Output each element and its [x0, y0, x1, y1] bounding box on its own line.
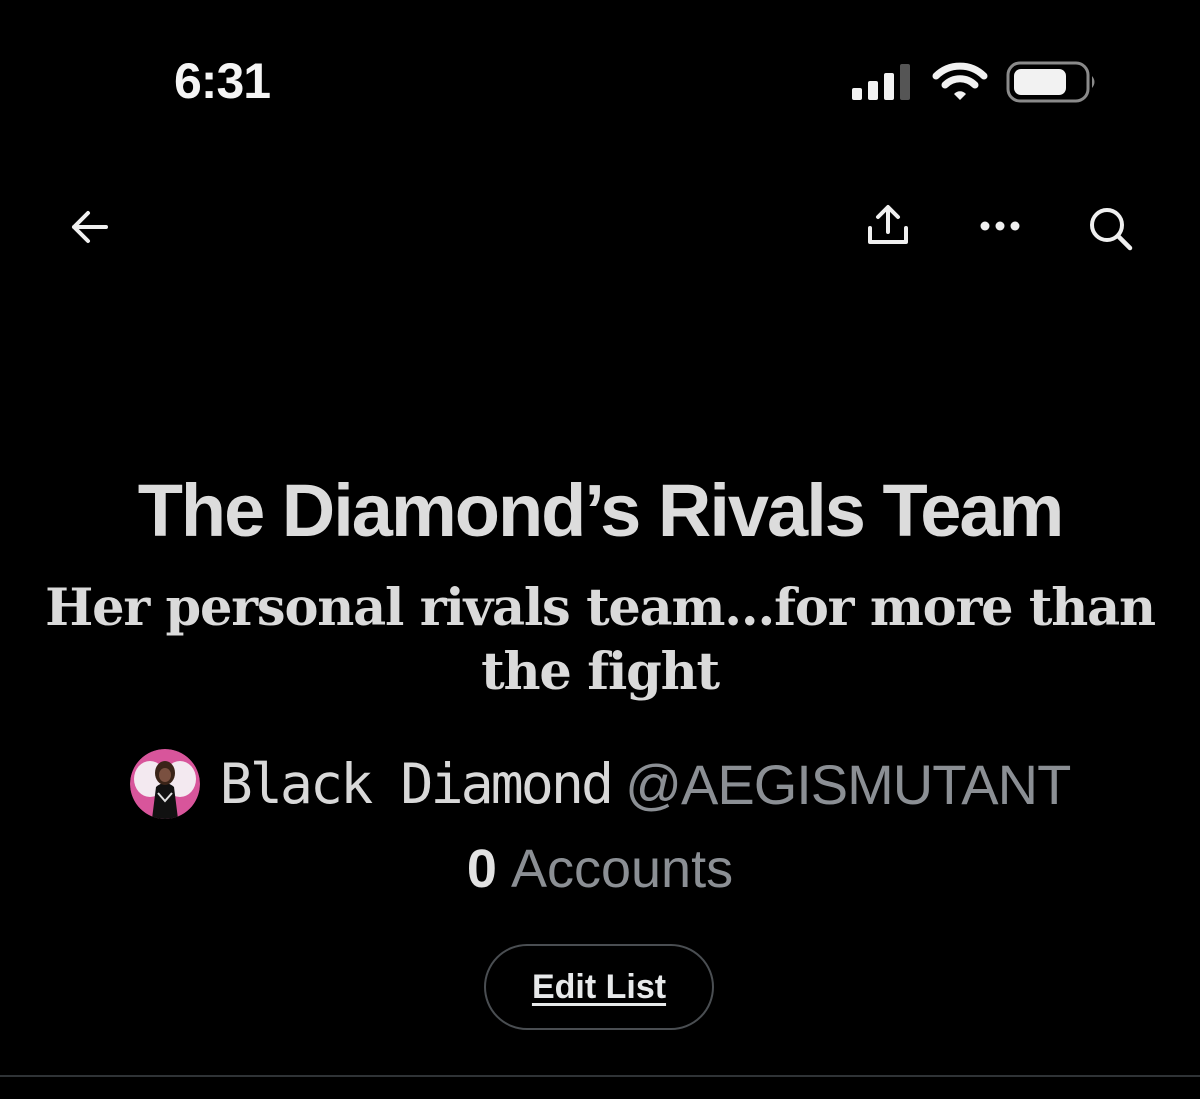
edit-list-button[interactable]: Edit List [484, 944, 714, 1030]
cellular-signal-icon [852, 64, 910, 100]
owner-display-name[interactable]: Black Diamond [220, 752, 614, 816]
list-title: The Diamond’s Rivals Team [137, 469, 1065, 552]
wifi-icon [932, 62, 988, 100]
member-count[interactable]: 0 Accounts [0, 838, 1200, 900]
list-description: Her personal rivals team…for more than t… [45, 578, 1156, 702]
member-count-label: Accounts [510, 839, 734, 899]
more-options-icon[interactable] [978, 214, 1022, 238]
list-owner[interactable]: Black Diamond @AEGISMUTANT [0, 748, 1200, 820]
owner-handle[interactable]: @AEGISMUTANT [625, 752, 1071, 817]
divider [0, 1075, 1200, 1077]
back-arrow-icon[interactable] [66, 204, 112, 250]
status-time: 6:31 [174, 53, 271, 109]
status-bar: 6:31 [0, 0, 1200, 160]
share-icon[interactable] [864, 202, 912, 250]
member-count-value: 0 [466, 839, 497, 899]
battery-icon [1006, 61, 1095, 103]
search-icon[interactable] [1086, 204, 1136, 254]
avatar[interactable] [129, 749, 200, 819]
